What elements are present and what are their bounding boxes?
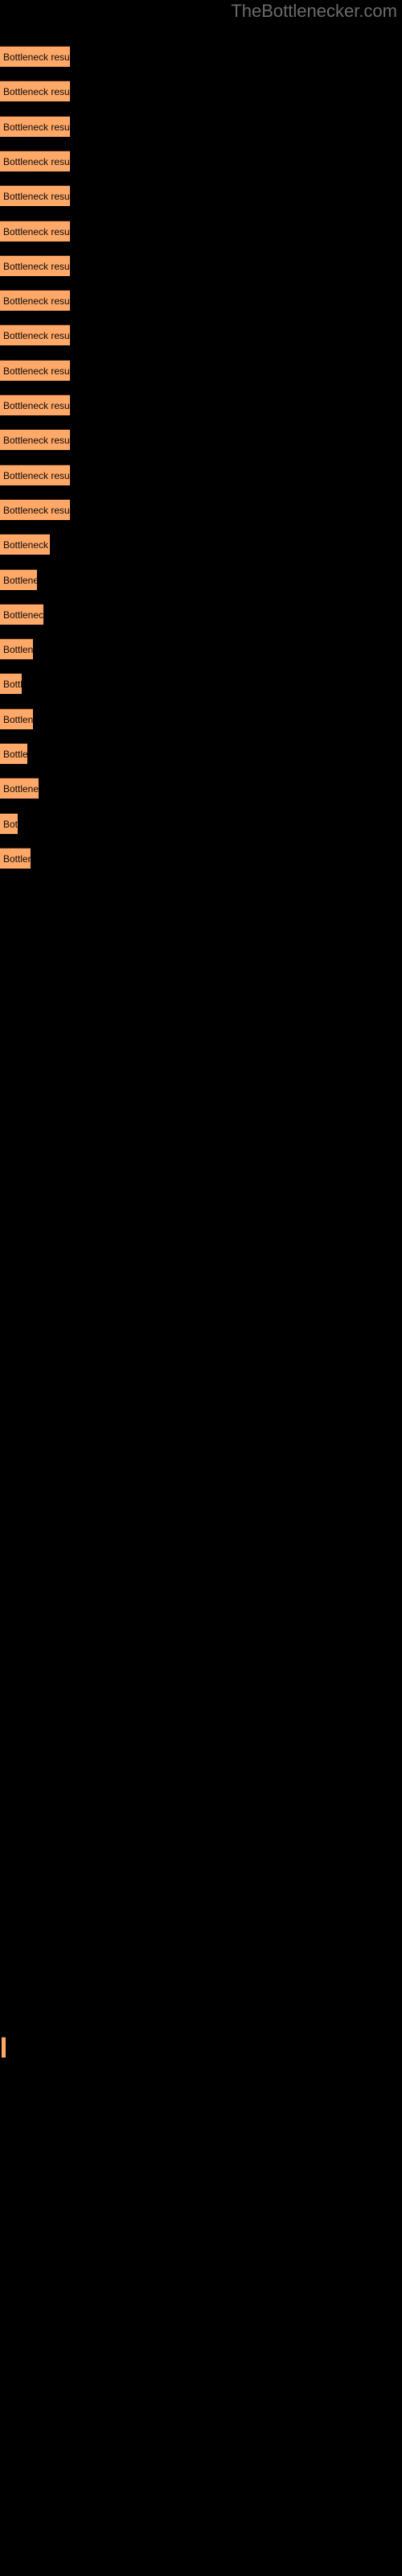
bar[interactable]: Bottleneck result xyxy=(0,778,39,799)
bar[interactable]: Bottleneck result xyxy=(0,603,43,625)
bar-label: Bottleneck result xyxy=(3,644,33,656)
bar-row: Bottleneck result xyxy=(0,359,402,381)
bar-row: Bottleneck result xyxy=(0,185,402,207)
bar-label: Bottleneck result xyxy=(3,749,27,760)
bar-row: Bottleneck result xyxy=(0,80,402,102)
bar-row: Bottleneck result xyxy=(0,498,402,520)
bar-label: Bottleneck result xyxy=(3,574,37,586)
bar-row: Bottleneck result xyxy=(0,743,402,764)
bar-row: Bottleneck result xyxy=(0,673,402,695)
bar[interactable]: Bottleneck result xyxy=(0,359,70,381)
bar-row: Bottleneck result xyxy=(0,254,402,276)
bar[interactable]: Bottleneck result xyxy=(0,150,70,171)
bar-row: Bottleneck result xyxy=(0,290,402,312)
bar-chart: Bottleneck result Bottleneck result Bottle… xyxy=(0,0,402,2576)
bar-label: Bottleneck result xyxy=(3,469,70,481)
bar-label: Bottleneck result xyxy=(3,52,70,63)
bar[interactable]: Bottleneck result xyxy=(0,534,50,555)
bar-label: Bottleneck result xyxy=(3,155,70,167)
bar-row: Bottleneck result xyxy=(0,638,402,660)
bar-row: Bottleneck result xyxy=(0,429,402,451)
bar[interactable]: Bottleneck result xyxy=(0,847,31,869)
bar-label: Bottleneck result xyxy=(3,679,22,691)
bar[interactable]: Bottleneck result xyxy=(0,743,27,764)
bar-label: Bottleneck result xyxy=(3,783,39,795)
bar-row: Bottleneck result xyxy=(0,394,402,415)
bar[interactable]: Bottleneck result xyxy=(0,812,18,834)
bar-row: Bottleneck result xyxy=(0,847,402,869)
bar-label: Bottleneck result xyxy=(3,400,70,411)
bar-row: Bottleneck result xyxy=(0,603,402,625)
bar[interactable]: Bottleneck result xyxy=(0,80,70,102)
bar[interactable]: Bottleneck result xyxy=(0,46,70,67)
bar[interactable]: Bottleneck result xyxy=(0,429,70,451)
bar[interactable]: Bottleneck result xyxy=(0,324,70,346)
bar[interactable]: Bottleneck result xyxy=(0,394,70,415)
bar-row: Bottleneck result xyxy=(0,220,402,242)
bar-label: Bottleneck result xyxy=(3,609,43,621)
bar-label: Bottleneck result xyxy=(3,818,18,830)
bar-label: Bottleneck result xyxy=(3,295,70,308)
bar-label: Bottleneck result xyxy=(3,330,70,342)
bar[interactable]: Bottleneck result xyxy=(0,708,33,729)
bar-label: Bottleneck result xyxy=(3,121,70,133)
bar-row: Bottleneck result xyxy=(0,150,402,171)
page-root: TheBottlenecker.com Bottleneck result Bot… xyxy=(0,0,402,2576)
bar[interactable]: Bottleneck result xyxy=(0,115,70,137)
bar-label: Bottleneck result xyxy=(3,191,70,203)
bar-label: Bottleneck result xyxy=(3,260,70,272)
bar-label: Bottleneck result xyxy=(3,713,33,725)
bar[interactable]: Bottleneck result xyxy=(0,185,70,207)
bar-row: Bottleneck result xyxy=(0,812,402,834)
bar-label: Bottleneck result xyxy=(3,852,31,865)
bar-label: Bottleneck result xyxy=(3,539,50,551)
bar[interactable]: Bottleneck result xyxy=(0,638,33,660)
bar-row: Bottleneck result xyxy=(0,115,402,137)
bar-row: Bottleneck result xyxy=(0,324,402,346)
bar-label: Bottleneck result xyxy=(3,435,70,447)
bar-label: Bottleneck result xyxy=(3,365,70,377)
bar[interactable]: Bottleneck result xyxy=(0,568,37,590)
bar-row: Bottleneck result xyxy=(0,708,402,729)
bar-label: Bottleneck result xyxy=(3,504,70,516)
bar-label: Bottleneck result xyxy=(3,225,70,237)
bar-row: Bottleneck result xyxy=(0,534,402,555)
bar-row: Bottleneck result xyxy=(0,46,402,67)
bar[interactable]: Bottleneck result xyxy=(0,464,70,485)
bar-row: Bottleneck result xyxy=(0,464,402,485)
bar-row: Bottleneck result xyxy=(0,568,402,590)
bar[interactable]: Bottleneck result xyxy=(0,220,70,242)
bar[interactable]: Bottleneck result xyxy=(0,254,70,276)
bar[interactable]: Bottleneck result xyxy=(0,498,70,520)
bar[interactable]: Bottleneck result xyxy=(0,290,70,312)
bar[interactable]: Bottleneck result xyxy=(0,673,22,695)
bar-label: Bottleneck result xyxy=(3,86,70,98)
bar-row: Bottleneck result xyxy=(0,778,402,799)
bar-sliver[interactable] xyxy=(2,2037,6,2058)
